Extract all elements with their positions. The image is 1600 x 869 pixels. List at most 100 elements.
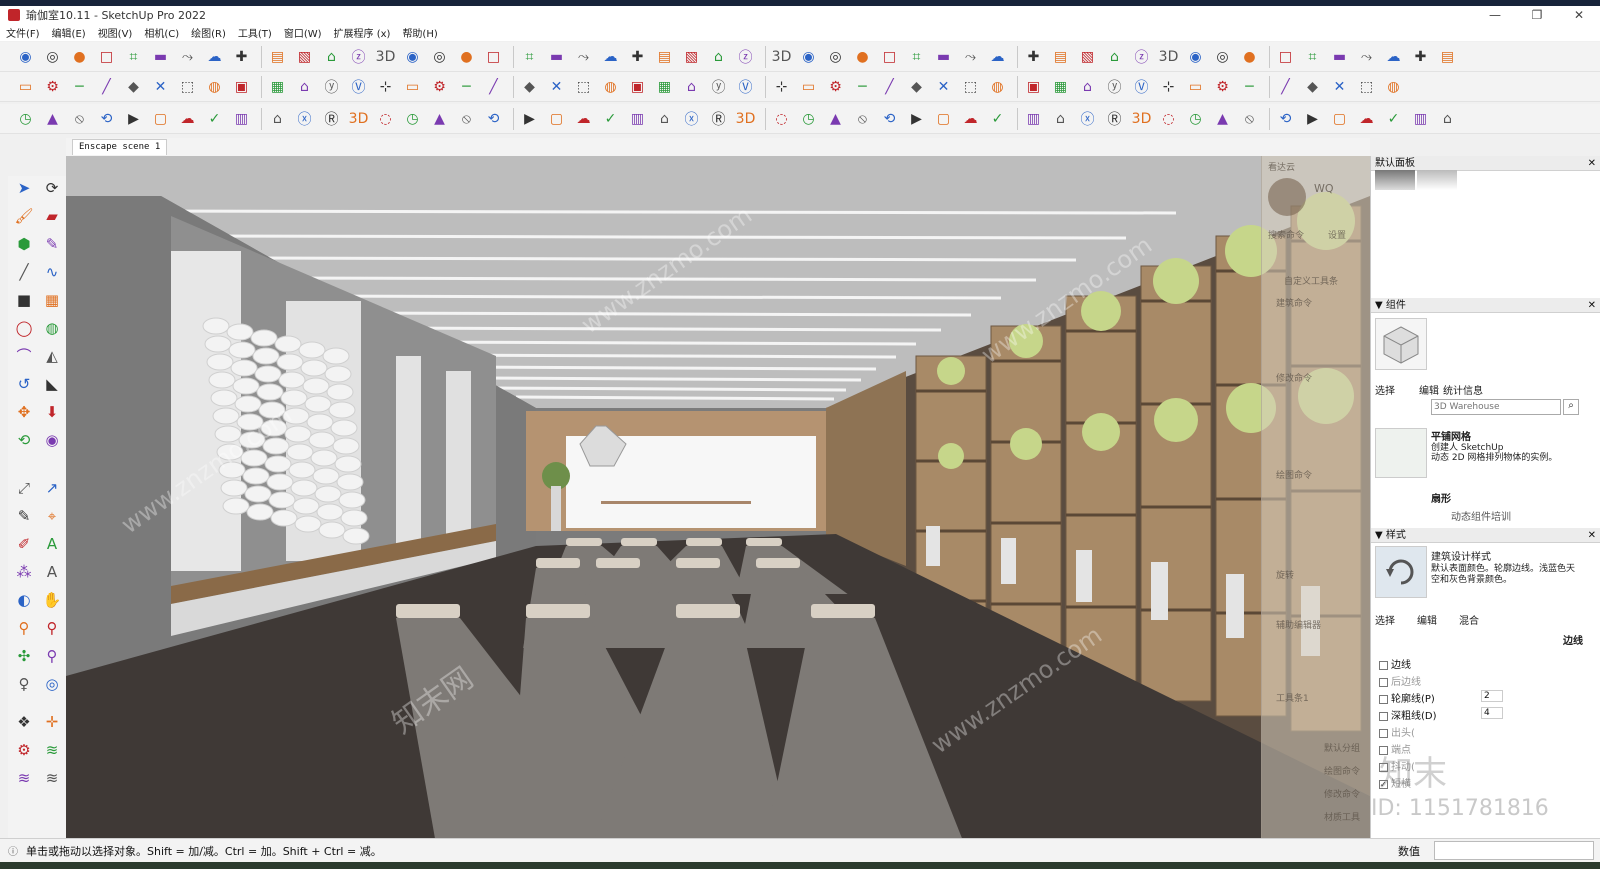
style-swatch-2[interactable] [1417, 170, 1457, 190]
toolbar-tool-icon[interactable]: ◍ [203, 75, 226, 98]
left-tool-icon[interactable]: ◍ [40, 316, 64, 340]
toolbar-tool-icon[interactable]: ▦ [266, 75, 289, 98]
toolbar-tool-icon[interactable]: ▤ [266, 45, 289, 68]
toolbar-tool-icon[interactable]: □ [878, 45, 901, 68]
toolbar-tool-icon[interactable]: ◉ [1184, 45, 1207, 68]
left-tool-icon[interactable]: ⚲ [12, 616, 36, 640]
toolbar-tool-icon[interactable]: ⓩ [734, 45, 757, 68]
toolbar-tool-icon[interactable]: ⊹ [770, 75, 793, 98]
toolbar-tool-icon[interactable]: ▤ [1049, 45, 1072, 68]
toolbar-tool-icon[interactable]: ▧ [293, 45, 316, 68]
toolbar-tool-icon[interactable]: Ⓥ [734, 75, 757, 98]
toolbar-tool-icon[interactable]: ◎ [824, 45, 847, 68]
plugin-float-panel[interactable]: 看达云 WQ 搜索命令 设置 自定义工具条 建筑命令 修改命令 绘图命令 旋转 … [1261, 156, 1370, 838]
left-tool-icon[interactable]: ✎ [40, 232, 64, 256]
checkbox[interactable] [1379, 660, 1388, 670]
edge-option-row[interactable]: 后边线 [1379, 673, 1421, 688]
toolbar-tool-icon[interactable]: ─ [851, 75, 874, 98]
styles-tab-edit[interactable]: 编辑 [1417, 612, 1437, 627]
search-icon[interactable]: ⌕ [1563, 399, 1579, 415]
toolbar-tool-icon[interactable]: ▲ [428, 107, 451, 130]
toolbar-tool-icon[interactable]: ⓧ [680, 107, 703, 130]
toolbar-tool-icon[interactable]: ◌ [770, 107, 793, 130]
toolbar-tool-icon[interactable]: ◎ [428, 45, 451, 68]
toolbar-tool-icon[interactable]: ◷ [14, 107, 37, 130]
toolbar-tool-icon[interactable]: ✚ [1022, 45, 1045, 68]
left-tool-icon[interactable]: ⌖ [40, 504, 64, 528]
toolbar-tool-icon[interactable]: ◎ [41, 45, 64, 68]
toolbar-tool-icon[interactable]: ╱ [482, 75, 505, 98]
left-tool-icon[interactable]: ✐ [12, 532, 36, 556]
left-tool-icon[interactable]: ▦ [40, 288, 64, 312]
toolbar-tool-icon[interactable]: ▦ [1049, 75, 1072, 98]
close-icon[interactable]: ✕ [1588, 528, 1596, 543]
toolbar-tool-icon[interactable]: ⓩ [347, 45, 370, 68]
toolbar-tool-icon[interactable]: ▶ [905, 107, 928, 130]
edge-option-row[interactable]: 深粗线(D) 4 [1379, 707, 1503, 722]
styles-tab-mix[interactable]: 混合 [1459, 612, 1479, 627]
float-label[interactable]: 建筑命令 [1276, 296, 1312, 309]
toolbar-tool-icon[interactable]: ╱ [95, 75, 118, 98]
left-tool-icon[interactable]: ⟲ [12, 428, 36, 452]
float-label[interactable]: 自定义工具条 [1284, 274, 1338, 287]
float-label[interactable]: 默认分组 [1324, 741, 1360, 754]
toolbar-tool-icon[interactable]: ✓ [986, 107, 1009, 130]
toolbar-tool-icon[interactable]: ─ [455, 75, 478, 98]
toolbar-tool-icon[interactable]: □ [482, 45, 505, 68]
styles-tab-select[interactable]: 选择 [1375, 612, 1395, 627]
float-label[interactable]: 工具条1 [1276, 691, 1309, 704]
toolbar-tool-icon[interactable]: ⚙ [1211, 75, 1234, 98]
toolbar-tool-icon[interactable]: ⦸ [455, 107, 478, 130]
toolbar-tool-icon[interactable]: ▤ [653, 45, 676, 68]
toolbar-tool-icon[interactable]: ▣ [1022, 75, 1045, 98]
left-tool-icon[interactable]: ⟳ [40, 176, 64, 200]
toolbar-tool-icon[interactable]: ▬ [932, 45, 955, 68]
left-tool-icon[interactable]: ◯ [12, 316, 36, 340]
toolbar-tool-icon[interactable]: ⌂ [266, 107, 289, 130]
float-label[interactable]: 旋转 [1276, 568, 1294, 581]
style-thumbnail[interactable] [1375, 546, 1427, 598]
toolbar-tool-icon[interactable]: ⌗ [905, 45, 928, 68]
left-tool-icon[interactable]: ◭ [40, 344, 64, 368]
toolbar-tool-icon[interactable]: Ⓡ [320, 107, 343, 130]
toolbar-tool-icon[interactable]: ✕ [1328, 75, 1351, 98]
left-tool-icon[interactable]: ⚲ [40, 616, 64, 640]
toolbar-tool-icon[interactable]: ⬚ [959, 75, 982, 98]
toolbar-tool-icon[interactable]: ⓧ [1076, 107, 1099, 130]
toolbar-tool-icon[interactable]: ─ [1238, 75, 1261, 98]
toolbar-tool-icon[interactable]: ◆ [905, 75, 928, 98]
toolbar-tool-icon[interactable]: ▲ [824, 107, 847, 130]
left-tool-icon[interactable]: 🖌 [12, 204, 36, 228]
toolbar-tool-icon[interactable]: ▶ [1301, 107, 1324, 130]
checkbox[interactable] [1379, 728, 1388, 738]
menu-file[interactable]: 文件(F) [6, 25, 40, 40]
toolbar-tool-icon[interactable]: Ⓡ [707, 107, 730, 130]
maximize-button[interactable]: ❐ [1516, 6, 1558, 24]
toolbar-tool-icon[interactable]: ◷ [1184, 107, 1207, 130]
left-tool-icon[interactable]: ➤ [12, 176, 36, 200]
3d-viewport[interactable]: 看达云 WQ 搜索命令 设置 自定义工具条 建筑命令 修改命令 绘图命令 旋转 … [66, 156, 1370, 838]
toolbar-tool-icon[interactable]: ◉ [14, 45, 37, 68]
toolbar-tool-icon[interactable]: ▭ [14, 75, 37, 98]
float-label[interactable]: 搜索命令 [1268, 228, 1304, 241]
toolbar-tool-icon[interactable]: Ⓡ [1103, 107, 1126, 130]
toolbar-tool-icon[interactable]: ✕ [932, 75, 955, 98]
left-tool-icon[interactable]: ⚲ [40, 644, 64, 668]
toolbar-tool-icon[interactable]: ☁ [1382, 45, 1405, 68]
toolbar-tool-icon[interactable]: ⌂ [707, 45, 730, 68]
toolbar-tool-icon[interactable]: ◍ [1382, 75, 1405, 98]
left-tool-icon[interactable]: ≋ [40, 766, 64, 790]
left-tool-icon[interactable]: ⌒ [12, 344, 36, 368]
toolbar-tool-icon[interactable]: 3D [734, 107, 757, 130]
float-label[interactable]: 辅助编辑器 [1276, 618, 1321, 631]
toolbar-tool-icon[interactable]: ◌ [374, 107, 397, 130]
toolbar-tool-icon[interactable]: ◷ [401, 107, 424, 130]
toolbar-tool-icon[interactable]: ⊹ [1157, 75, 1180, 98]
left-tool-icon[interactable]: ◉ [40, 428, 64, 452]
toolbar-tool-icon[interactable]: ⌗ [518, 45, 541, 68]
toolbar-tool-icon[interactable]: ⓩ [1130, 45, 1153, 68]
toolbar-tool-icon[interactable]: ▢ [1328, 107, 1351, 130]
toolbar-tool-icon[interactable]: ✚ [230, 45, 253, 68]
toolbar-tool-icon[interactable]: ▥ [230, 107, 253, 130]
checkbox[interactable] [1379, 694, 1388, 704]
